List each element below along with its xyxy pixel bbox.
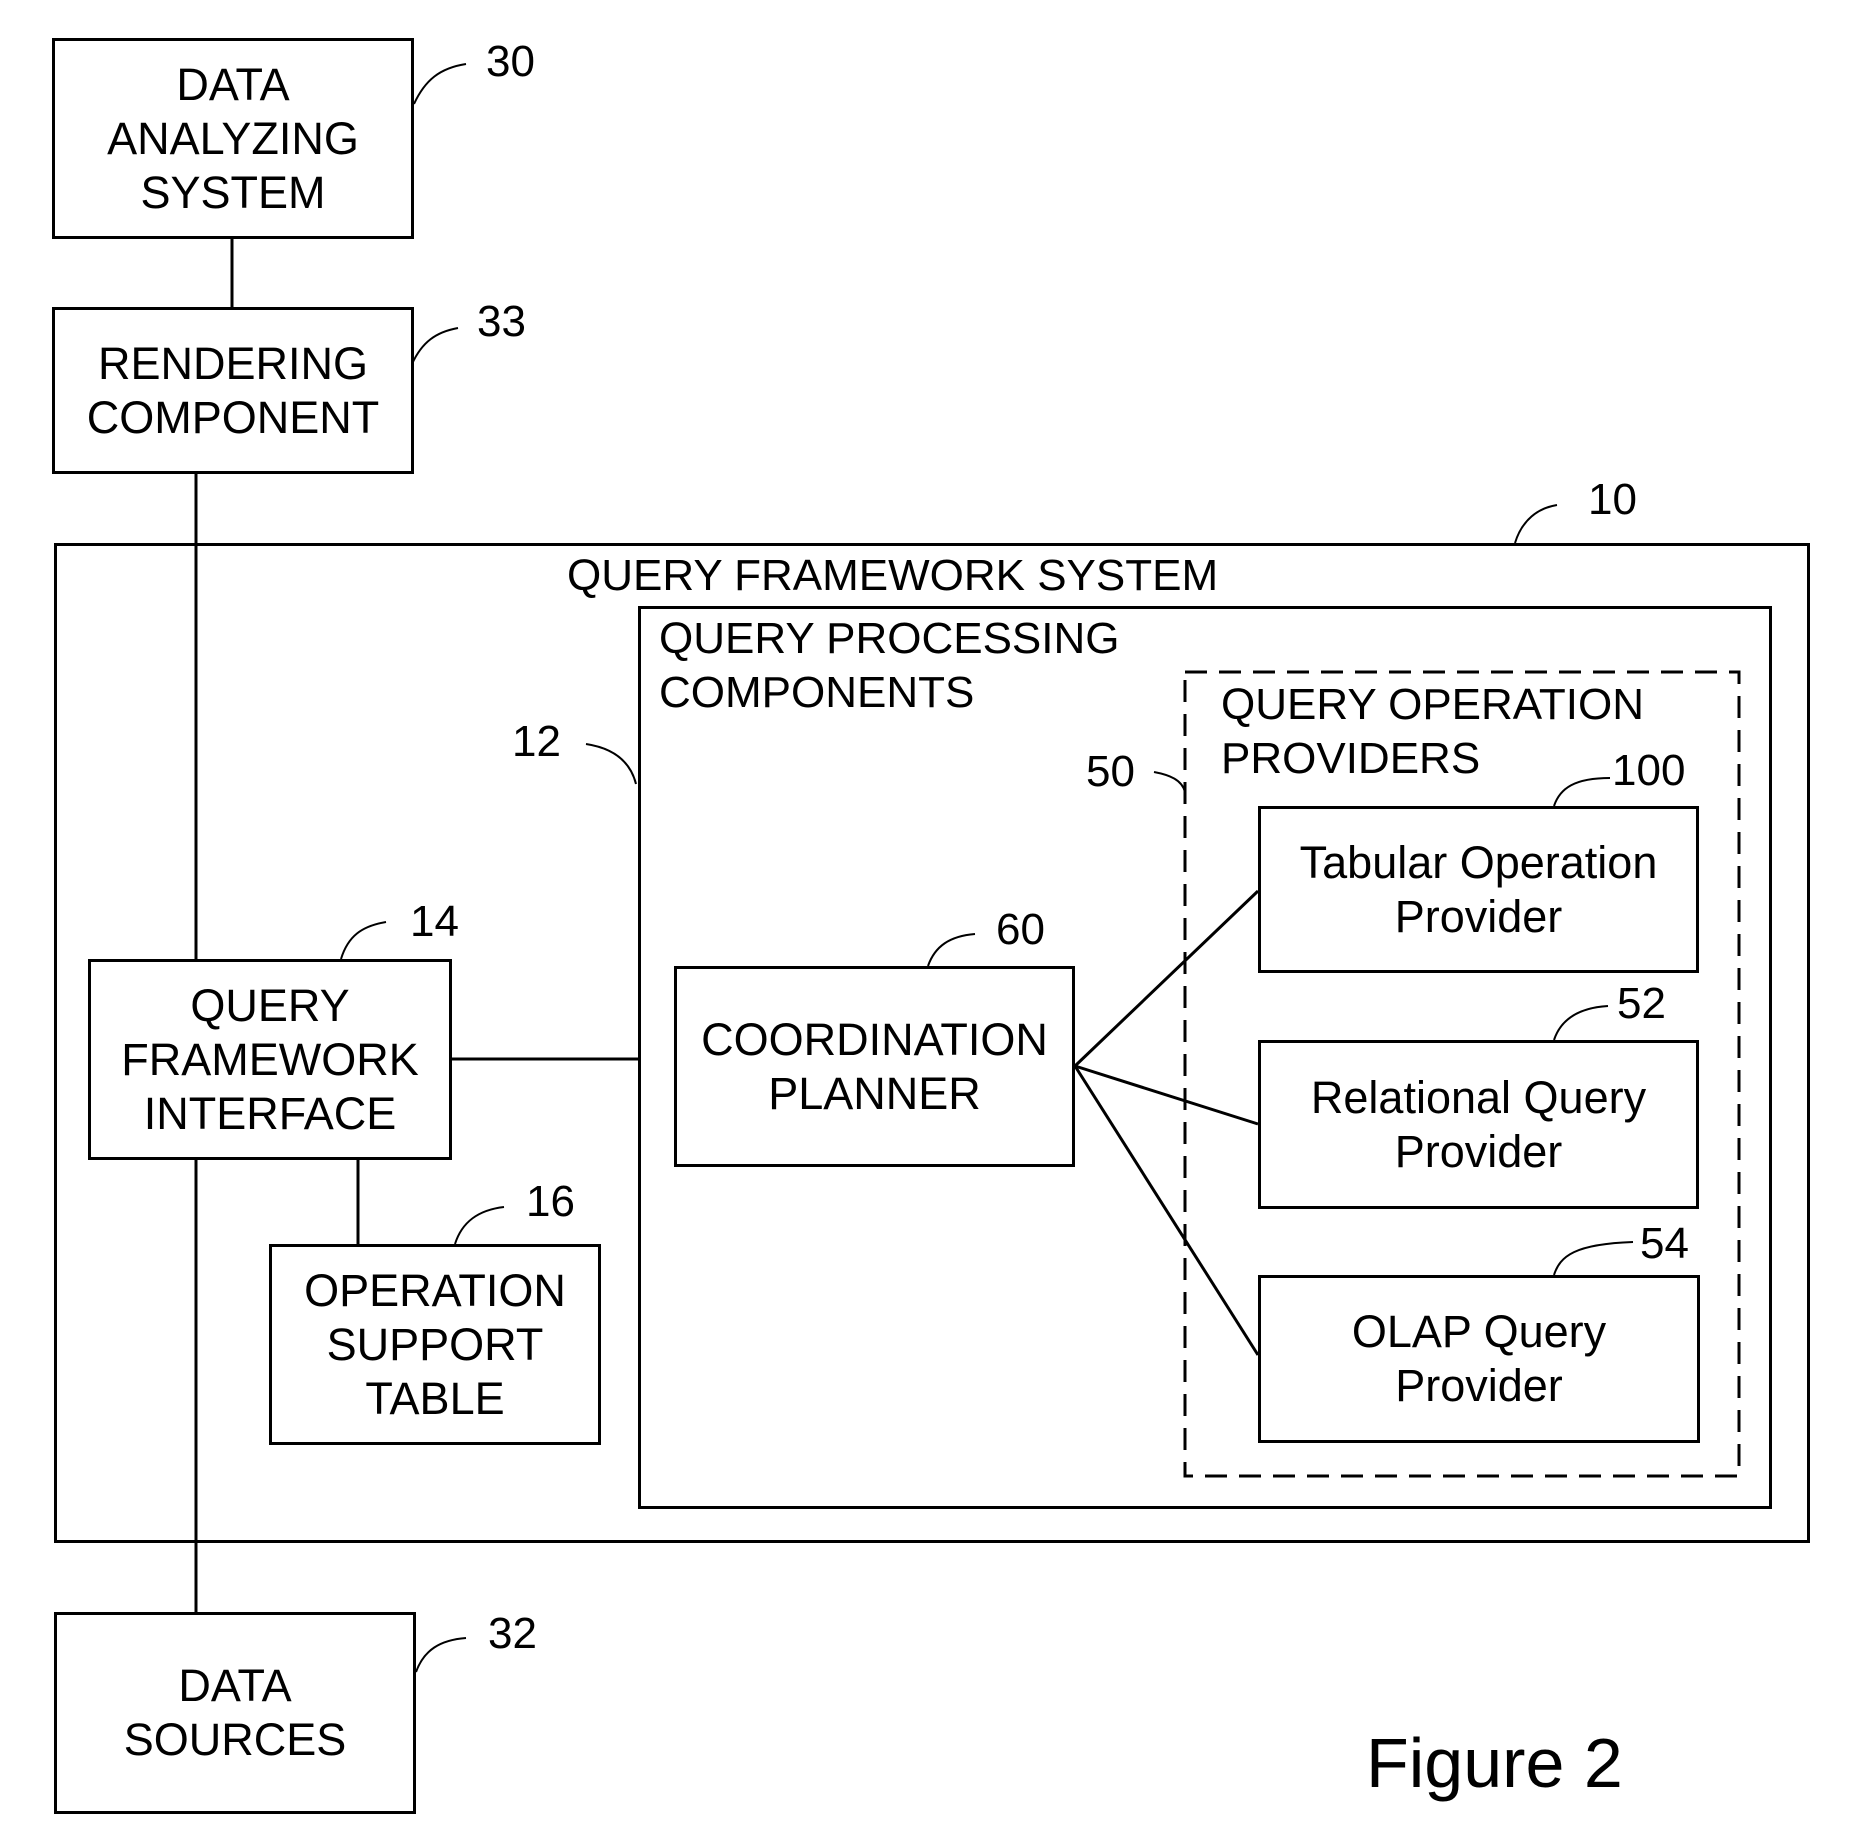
olap-query-provider-box: OLAP Query Provider [1258,1275,1700,1443]
ref-12: 12 [512,717,561,766]
query-framework-interface-label: QUERY FRAMEWORK INTERFACE [121,979,419,1139]
ref-10: 10 [1588,475,1637,524]
data-sources-label: DATA SOURCES [123,1660,347,1765]
ref-50: 50 [1086,747,1135,796]
query-framework-interface-box: QUERY FRAMEWORK INTERFACE [88,959,452,1160]
query-framework-system-label: QUERY FRAMEWORK SYSTEM [567,551,1219,600]
coordination-planner-label: COORDINATION PLANNER [701,1013,1048,1119]
ref-100: 100 [1612,746,1686,795]
data-sources-box: DATA SOURCES [54,1612,416,1814]
relational-query-provider-box: Relational Query Provider [1258,1040,1699,1209]
relational-query-provider-label: Relational Query Provider [1310,1071,1647,1177]
coordination-planner-box: COORDINATION PLANNER [674,966,1075,1167]
rendering-component-label: RENDERING COMPONENT [86,337,380,443]
operation-support-table-box: OPERATION SUPPORT TABLE [269,1244,601,1445]
leader-30 [413,63,467,105]
leader-10 [1514,504,1558,544]
ref-33: 33 [477,297,526,346]
ref-54: 54 [1640,1219,1689,1268]
olap-query-provider-label: OLAP Query Provider [1351,1306,1607,1411]
ref-52: 52 [1617,979,1666,1028]
tabular-operation-provider-box: Tabular Operation Provider [1258,806,1699,973]
ref-14: 14 [410,897,459,946]
query-operation-providers-label: QUERY OPERATION PROVIDERS [1221,680,1644,783]
ref-32: 32 [488,1609,537,1658]
query-processing-components-label: QUERY PROCESSING COMPONENTS [659,614,1120,717]
ref-16: 16 [526,1177,575,1226]
operation-support-table-label: OPERATION SUPPORT TABLE [304,1264,566,1424]
data-analyzing-system-box: DATA ANALYZING SYSTEM [52,38,414,239]
tabular-operation-provider-label: Tabular Operation Provider [1299,836,1658,942]
leader-32 [415,1637,467,1673]
rendering-component-box: RENDERING COMPONENT [52,307,414,474]
ref-60: 60 [996,905,1045,954]
ref-30: 30 [486,37,535,86]
leader-33 [411,327,459,365]
figure-caption: Figure 2 [1366,1724,1623,1802]
data-analyzing-system-label: DATA ANALYZING SYSTEM [107,58,359,218]
